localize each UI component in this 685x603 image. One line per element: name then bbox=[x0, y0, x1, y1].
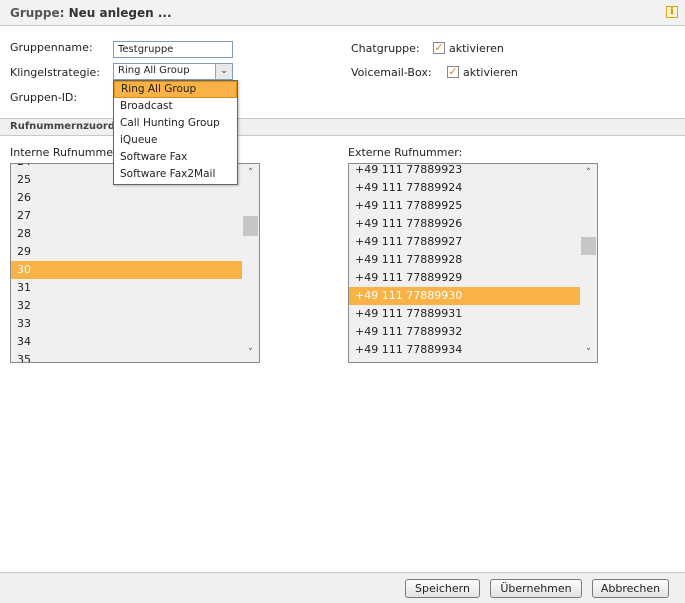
scroll-thumb[interactable] bbox=[581, 237, 596, 255]
section-header: Rufnummernzuord bbox=[0, 118, 685, 136]
list-item[interactable]: 28 bbox=[11, 225, 242, 243]
dropdown-option[interactable]: Call Hunting Group bbox=[114, 115, 237, 132]
group-name-input[interactable]: Testgruppe bbox=[113, 41, 233, 58]
group-name-label: Gruppenname: bbox=[10, 41, 93, 54]
list-item[interactable]: +49 111 77889923 bbox=[349, 164, 580, 179]
dropdown-option[interactable]: Software Fax bbox=[114, 149, 237, 166]
external-numbers-items: +49 111 77889923 +49 111 77889924 +49 111 … bbox=[349, 164, 580, 359]
section-title: Rufnummernzuord bbox=[10, 121, 115, 132]
list-item[interactable]: +49 111 77889931 bbox=[349, 305, 580, 323]
chevron-down-icon[interactable]: ⌄ bbox=[215, 64, 232, 79]
cancel-button[interactable]: Abbrechen bbox=[592, 579, 669, 598]
list-item[interactable]: 33 bbox=[11, 315, 242, 333]
external-scrollbar[interactable]: ˄ ˅ bbox=[580, 164, 597, 362]
dropdown-option[interactable]: Software Fax2Mail bbox=[114, 166, 237, 183]
voicemail-checkbox-label[interactable]: aktivieren bbox=[463, 66, 518, 79]
list-item[interactable]: +49 111 77889927 bbox=[349, 233, 580, 251]
voicemail-label: Voicemail-Box: bbox=[351, 66, 432, 79]
scroll-up-icon[interactable]: ˄ bbox=[242, 166, 259, 180]
list-item[interactable]: +49 111 77889926 bbox=[349, 215, 580, 233]
ring-strategy-select[interactable]: Ring All Group ⌄ bbox=[113, 63, 233, 80]
list-item[interactable]: 30 bbox=[11, 261, 242, 279]
list-item[interactable]: 34 bbox=[11, 333, 242, 351]
chat-group-label: Chatgruppe: bbox=[351, 42, 420, 55]
scroll-down-icon[interactable]: ˅ bbox=[242, 346, 259, 360]
list-item[interactable]: 32 bbox=[11, 297, 242, 315]
ring-strategy-dropdown: Ring All Group Broadcast Call Hunting Grou… bbox=[113, 80, 238, 185]
list-item[interactable]: +49 111 77889924 bbox=[349, 179, 580, 197]
list-item[interactable]: +49 111 77889932 bbox=[349, 323, 580, 341]
scroll-up-icon[interactable]: ˄ bbox=[580, 166, 597, 180]
list-item[interactable]: +49 111 77889929 bbox=[349, 269, 580, 287]
title-bar: Gruppe: Neu anlegen ... i bbox=[0, 0, 685, 26]
chat-group-checkbox[interactable]: ✓ bbox=[433, 42, 445, 54]
voicemail-checkbox[interactable]: ✓ bbox=[447, 66, 459, 78]
scroll-thumb[interactable] bbox=[243, 216, 258, 236]
dropdown-option[interactable]: Ring All Group bbox=[114, 81, 237, 98]
external-numbers-label: Externe Rufnummer: bbox=[348, 146, 463, 159]
list-item[interactable]: +49 111 77889925 bbox=[349, 197, 580, 215]
list-item[interactable]: 29 bbox=[11, 243, 242, 261]
list-item[interactable]: +49 111 77889930 bbox=[349, 287, 580, 305]
save-button[interactable]: Speichern bbox=[405, 579, 480, 598]
list-item[interactable]: 26 bbox=[11, 189, 242, 207]
ring-strategy-label: Klingelstrategie: bbox=[10, 66, 101, 79]
footer-bar: Speichern Übernehmen Abbrechen bbox=[0, 572, 685, 603]
title-main: Neu anlegen ... bbox=[68, 6, 172, 20]
list-item[interactable]: 27 bbox=[11, 207, 242, 225]
title-prefix: Gruppe: bbox=[10, 6, 65, 20]
list-item[interactable]: 35 bbox=[11, 351, 242, 362]
internal-numbers-label: Interne Rufnumme bbox=[10, 146, 113, 159]
group-id-label: Gruppen-ID: bbox=[10, 91, 78, 104]
info-icon[interactable]: i bbox=[666, 6, 678, 18]
page-title: Gruppe: Neu anlegen ... bbox=[10, 6, 172, 20]
dropdown-option[interactable]: iQueue bbox=[114, 132, 237, 149]
list-item[interactable]: +49 111 77889934 bbox=[349, 341, 580, 359]
external-numbers-list[interactable]: +49 111 77889923 +49 111 77889924 +49 111 … bbox=[348, 163, 598, 363]
internal-scrollbar[interactable]: ˄ ˅ bbox=[242, 164, 259, 362]
chat-group-checkbox-label[interactable]: aktivieren bbox=[449, 42, 504, 55]
apply-button[interactable]: Übernehmen bbox=[490, 579, 582, 598]
ring-strategy-value: Ring All Group bbox=[118, 65, 190, 76]
dropdown-option[interactable]: Broadcast bbox=[114, 98, 237, 115]
scroll-down-icon[interactable]: ˅ bbox=[580, 346, 597, 360]
internal-numbers-items: 24252627282930313233343536 bbox=[11, 164, 242, 362]
list-item[interactable]: 31 bbox=[11, 279, 242, 297]
list-item[interactable]: +49 111 77889928 bbox=[349, 251, 580, 269]
internal-numbers-list[interactable]: 24252627282930313233343536 ˄ ˅ bbox=[10, 163, 260, 363]
